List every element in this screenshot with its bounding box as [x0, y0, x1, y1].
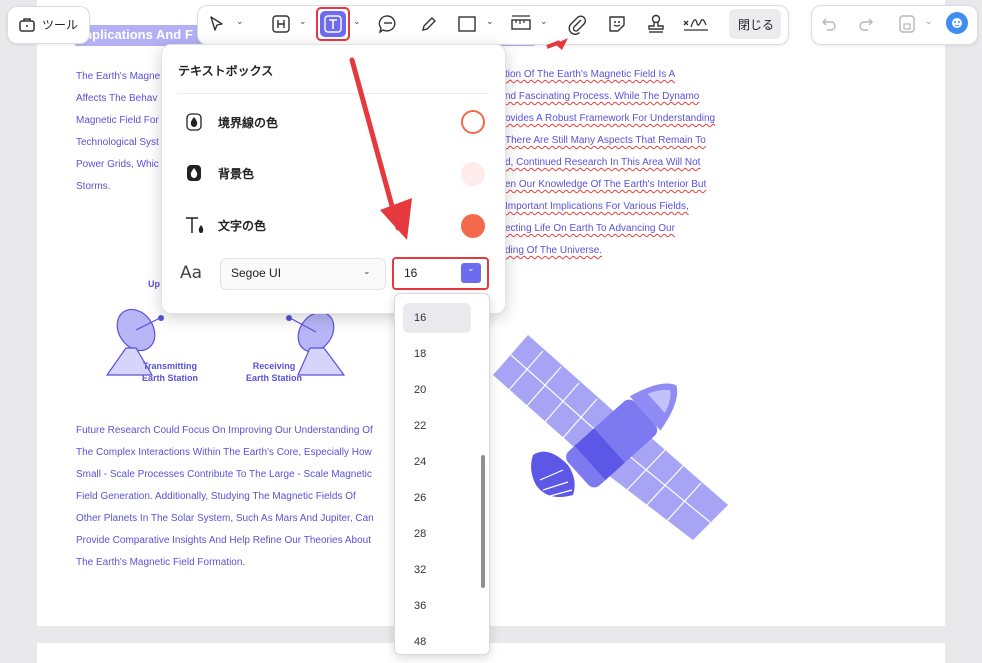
font-size-option[interactable]: 20	[403, 375, 471, 405]
text-line: Affects The Behav	[76, 93, 158, 104]
text-line: Technological Syst	[76, 137, 159, 148]
chevron-down-icon[interactable]: ⌄	[486, 17, 494, 27]
text-line: Other Planets In The Solar System, Such …	[76, 513, 374, 524]
text-line: Storms.	[76, 181, 111, 192]
panel-title: テキストボックス	[178, 64, 274, 78]
label-line: Receiving	[252, 361, 296, 371]
font-icon: Aa	[180, 263, 203, 283]
chevron-down-icon[interactable]: ⌄	[353, 17, 361, 27]
ai-assistant-button[interactable]	[946, 12, 968, 34]
label-line: Earth Station	[245, 373, 302, 383]
font-size-option[interactable]: 36	[403, 591, 471, 621]
font-size-dropdown-toggle[interactable]: ⌄	[461, 263, 481, 283]
font-size-option[interactable]: 16	[403, 303, 471, 333]
satellite-illustration	[493, 335, 728, 540]
select-cursor-icon[interactable]	[208, 15, 226, 33]
signature-icon[interactable]	[682, 13, 710, 33]
save-icon[interactable]	[898, 14, 916, 34]
chevron-down-icon: ⌄	[363, 267, 371, 277]
text-line: Field Generation. Additionally, Studying…	[76, 491, 356, 502]
left-paragraph: The Earth's Magne Affects The Behav Magn…	[76, 66, 160, 198]
droplet-outline-icon	[186, 113, 202, 131]
text-line: Small - Scale Processes Contribute To Th…	[76, 469, 372, 480]
background-color-label: 背景色	[218, 166, 255, 181]
label-line: Earth Station	[141, 373, 198, 383]
font-size-select[interactable]: 16 ⌄	[392, 257, 489, 290]
diagram-top-label: Up	[148, 279, 160, 289]
font-size-option[interactable]: 28	[403, 519, 471, 549]
heading-icon[interactable]	[271, 14, 291, 34]
text-line: The Complex Interactions Within The Eart…	[76, 447, 372, 458]
font-size-option[interactable]: 24	[403, 447, 471, 477]
text-line: Provide Comparative Insights And Help Re…	[76, 535, 371, 546]
text-line: Future Research Could Focus On Improving…	[76, 425, 373, 436]
ai-assistant-icon	[952, 18, 962, 28]
next-document-page	[37, 643, 945, 663]
arrow-annotation	[349, 38, 568, 240]
redo-icon[interactable]	[858, 16, 874, 32]
close-label: 閉じる	[738, 18, 775, 32]
font-family-value: Segoe UI	[231, 266, 282, 280]
sticker-icon[interactable]	[607, 14, 627, 34]
border-color-label: 境界線の色	[218, 115, 279, 130]
chevron-down-icon[interactable]: ⌄	[925, 17, 933, 27]
undo-icon[interactable]	[821, 16, 837, 32]
close-toolbar-button[interactable]: 閉じる	[729, 9, 781, 39]
text-line: The Earth's Magnetic Field Formation.	[76, 557, 246, 568]
section-heading-text: Implications And F	[77, 27, 193, 42]
text-color-icon	[186, 217, 204, 233]
paperclip-icon[interactable]	[567, 13, 587, 35]
font-family-select[interactable]: Segoe UI ⌄	[220, 258, 386, 290]
tools-button[interactable]: ツール	[7, 6, 90, 44]
bottom-paragraph: Future Research Could Focus On Improving…	[76, 420, 374, 574]
text-line: The Earth's Magne	[76, 71, 161, 82]
font-size-option[interactable]: 48	[403, 627, 471, 654]
chevron-down-icon[interactable]: ⌄	[299, 17, 307, 27]
text-color-label: 文字の色	[218, 218, 267, 233]
label-line: Transmitting	[142, 361, 197, 371]
toolbox-icon	[19, 18, 35, 32]
text-line: Magnetic Field For	[76, 115, 159, 126]
font-size-dropdown-list: 16 18 20 22 24 26 28 32 36 48	[394, 293, 490, 655]
font-size-option[interactable]: 32	[403, 555, 471, 585]
receiving-label: Receiving Earth Station	[234, 360, 314, 384]
font-size-option[interactable]: 18	[403, 339, 471, 369]
transmitting-label: Transmitting Earth Station	[130, 360, 210, 384]
text-line: Power Grids, Whic	[76, 159, 159, 170]
droplet-filled-icon	[187, 165, 201, 181]
dropdown-scrollbar[interactable]	[481, 455, 485, 588]
font-size-value: 16	[404, 266, 418, 280]
font-size-option[interactable]: 22	[403, 411, 471, 441]
chevron-down-icon: ⌄	[467, 264, 475, 274]
tools-label: ツール	[42, 18, 79, 32]
font-size-option[interactable]: 26	[403, 483, 471, 513]
chevron-down-icon[interactable]: ⌄	[540, 17, 548, 27]
chevron-down-icon[interactable]: ⌄	[236, 17, 244, 27]
stamp-icon[interactable]	[646, 13, 666, 35]
